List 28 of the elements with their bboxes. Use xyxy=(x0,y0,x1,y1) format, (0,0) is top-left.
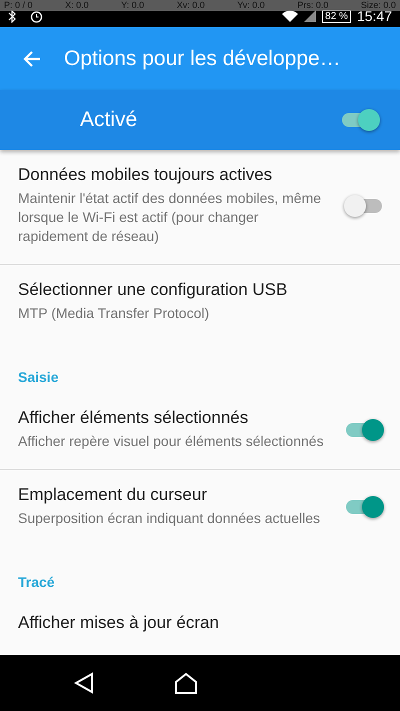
section-header: Tracé xyxy=(17,573,56,592)
pointer-readout: X: 0.0 xyxy=(65,0,89,11)
setting-title[interactable]: Sélectionner une configuration USB xyxy=(18,280,382,300)
pointer-readout: Yv: 0.0 xyxy=(237,0,265,11)
setting-summary: MTP (Media Transfer Protocol) xyxy=(18,304,210,323)
home-icon xyxy=(174,672,198,694)
master-switch-label: Activé xyxy=(80,108,138,132)
setting-title[interactable]: Données mobiles toujours actives xyxy=(18,165,330,185)
wifi-icon xyxy=(282,10,298,22)
pointer-readout: Xv: 0.0 xyxy=(176,0,205,11)
pointer-readout: Size: 0.0 xyxy=(360,0,396,11)
clock: 15:47 xyxy=(356,9,392,23)
setting-summary: Afficher repère visuel pour éléments sélectionnés xyxy=(18,432,325,451)
pointer-readout: Prs: 0.0 xyxy=(297,0,328,11)
section-header: Saisie xyxy=(17,368,60,387)
toolbar-title: Options pour les développe… xyxy=(64,46,341,70)
alarm-icon xyxy=(30,10,43,23)
back-arrow-icon xyxy=(23,50,41,68)
pointer-readout: Y: 0.0 xyxy=(121,0,144,11)
setting-title[interactable]: Afficher mises à jour écran xyxy=(18,613,382,633)
bluetooth-icon xyxy=(8,10,16,23)
battery-level: 82 % xyxy=(322,10,351,22)
setting-title[interactable]: Emplacement du curseur xyxy=(18,485,330,505)
back-triangle-icon xyxy=(74,672,94,694)
setting-title[interactable]: Afficher éléments sélectionnés xyxy=(18,408,330,428)
pointer-readout: P: 0 / 0 xyxy=(4,0,33,11)
setting-summary: Superposition écran indiquant données actuelles xyxy=(18,509,321,528)
setting-summary: Maintenir l'état actif des données mobiles, même lorsque le Wi-Fi est actif (pour changer rapidement de réseau) xyxy=(18,189,322,246)
